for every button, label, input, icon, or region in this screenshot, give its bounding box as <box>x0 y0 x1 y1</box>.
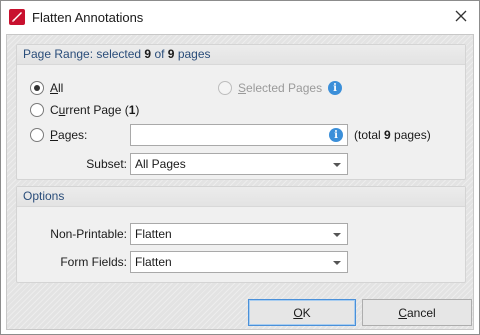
radio-current-page-label: Current Page (1) <box>50 103 140 117</box>
radio-selected-pages[interactable]: Selected Pages i <box>218 81 343 95</box>
cancel-button-label: Cancel <box>398 305 436 320</box>
form-fields-value: Flatten <box>135 255 172 269</box>
ok-button[interactable]: OK <box>248 299 356 326</box>
ok-button-label: OK <box>293 305 311 320</box>
radio-pages-indicator[interactable] <box>30 128 44 142</box>
options-header: Options <box>17 187 465 207</box>
info-icon[interactable]: i <box>328 81 343 95</box>
non-printable-label: Non-Printable: <box>50 227 127 241</box>
close-button[interactable] <box>445 5 477 29</box>
radio-pages-label: Pages: <box>50 128 88 142</box>
radio-all[interactable]: All <box>30 81 63 95</box>
info-icon[interactable]: i <box>329 128 343 142</box>
non-printable-value: Flatten <box>135 227 172 241</box>
pdf-red-logo-icon <box>9 9 25 25</box>
page-range-group: Page Range: selected 9 of 9 pages All Se… <box>16 44 466 180</box>
radio-current-page[interactable]: Current Page (1) <box>30 103 139 117</box>
window-title: Flatten Annotations <box>32 10 144 25</box>
dialog-body: Page Range: selected 9 of 9 pages All Se… <box>6 34 474 330</box>
radio-current-page-indicator[interactable] <box>30 103 44 117</box>
pages-input[interactable]: i <box>130 124 348 146</box>
radio-all-label: All <box>50 81 64 95</box>
page-range-header: Page Range: selected 9 of 9 pages <box>17 45 465 65</box>
title-bar: Flatten Annotations <box>1 1 479 33</box>
close-icon <box>455 10 467 25</box>
form-fields-dropdown[interactable]: Flatten <box>130 251 348 273</box>
chevron-down-icon <box>333 233 341 237</box>
subset-value: All Pages <box>135 157 186 171</box>
total-pages-note: (total 9 pages) <box>354 128 431 142</box>
options-group: Options Non-Printable: Flatten Form Fiel… <box>16 186 466 283</box>
subset-label: Subset: <box>86 157 127 171</box>
chevron-down-icon <box>333 163 341 167</box>
chevron-down-icon <box>333 261 341 265</box>
radio-selected-pages-label: Selected Pages <box>238 81 323 95</box>
flatten-annotations-dialog: Flatten Annotations Page Range: selected… <box>0 0 480 335</box>
radio-all-indicator[interactable] <box>30 81 44 95</box>
radio-selected-pages-indicator[interactable] <box>218 81 232 95</box>
radio-pages[interactable]: Pages: <box>30 128 87 142</box>
subset-dropdown[interactable]: All Pages <box>130 153 348 175</box>
non-printable-dropdown[interactable]: Flatten <box>130 223 348 245</box>
form-fields-label: Form Fields: <box>60 255 127 269</box>
cancel-button[interactable]: Cancel <box>362 299 472 326</box>
